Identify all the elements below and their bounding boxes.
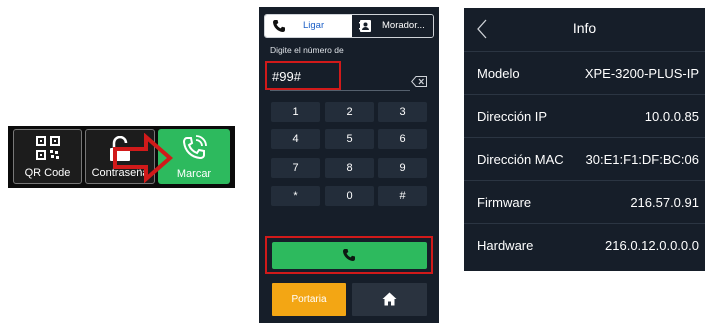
info-row-ip: Dirección IP 10.0.0.85: [464, 94, 705, 137]
key-star[interactable]: *: [271, 186, 320, 206]
home-button[interactable]: [352, 283, 427, 316]
phone-ringing-icon: [181, 135, 207, 164]
info-row-firmware: Firmware 216.57.0.91: [464, 180, 705, 223]
key-3[interactable]: 3: [378, 102, 427, 122]
qr-code-button[interactable]: QR Code: [13, 129, 82, 184]
info-title: Info: [572, 20, 597, 36]
backspace-icon[interactable]: [411, 74, 427, 92]
phone-icon: [343, 249, 355, 261]
info-screen: Info Modelo XPE-3200-PLUS-IP Dirección I…: [464, 8, 705, 271]
number-underline: [270, 90, 410, 91]
info-value: 30:E1:F1:DF:BC:06: [585, 152, 699, 167]
info-label: Modelo: [477, 66, 520, 81]
qr-code-label: QR Code: [24, 167, 71, 179]
info-row-model: Modelo XPE-3200-PLUS-IP: [464, 51, 705, 94]
phone-icon: [272, 19, 286, 37]
key-5[interactable]: 5: [325, 129, 374, 149]
number-prompt: Digite el número de: [270, 45, 344, 55]
dial-button[interactable]: [272, 242, 427, 269]
password-button[interactable]: Contraseña: [85, 129, 155, 184]
key-2[interactable]: 2: [325, 102, 374, 122]
info-label: Dirección MAC: [477, 152, 564, 167]
info-label: Dirección IP: [477, 109, 548, 124]
call-button[interactable]: Marcar: [158, 129, 230, 184]
info-row-mac: Dirección MAC 30:E1:F1:DF:BC:06: [464, 137, 705, 180]
portaria-button[interactable]: Portaria: [272, 283, 346, 316]
info-row-hardware: Hardware 216.0.12.0.0.0.0: [464, 223, 705, 266]
password-label: Contraseña: [91, 167, 149, 179]
tab-call-label: Ligar: [303, 20, 325, 31]
number-input[interactable]: #99#: [272, 69, 301, 84]
dialer-screen: Ligar Morador... Digite el número de #99…: [259, 7, 439, 323]
tab-call[interactable]: Ligar: [265, 15, 352, 37]
info-header: Info: [464, 8, 705, 51]
call-label: Marcar: [176, 168, 212, 180]
unlock-icon: [108, 135, 132, 165]
key-1[interactable]: 1: [271, 102, 320, 122]
info-value: 10.0.0.85: [644, 109, 699, 124]
info-label: Firmware: [477, 195, 532, 210]
dialer-tabs: Ligar Morador...: [264, 14, 434, 38]
key-8[interactable]: 8: [325, 158, 374, 178]
key-9[interactable]: 9: [378, 158, 427, 178]
home-icon: [382, 292, 397, 306]
key-0[interactable]: 0: [325, 186, 374, 206]
key-hash[interactable]: #: [378, 186, 427, 206]
tab-residents[interactable]: Morador...: [352, 15, 433, 37]
home-button-bar: QR Code Contraseña Marcar: [8, 126, 235, 188]
tab-residents-label: Morador...: [382, 20, 425, 31]
key-7[interactable]: 7: [271, 158, 320, 178]
info-label: Hardware: [477, 238, 534, 253]
info-value: XPE-3200-PLUS-IP: [584, 66, 699, 81]
contacts-icon: [359, 19, 372, 37]
key-4[interactable]: 4: [271, 129, 320, 149]
info-value: 216.0.12.0.0.0.0: [605, 238, 699, 253]
qr-code-icon: [35, 136, 60, 163]
key-6[interactable]: 6: [378, 129, 427, 149]
info-value: 216.57.0.91: [630, 195, 699, 210]
